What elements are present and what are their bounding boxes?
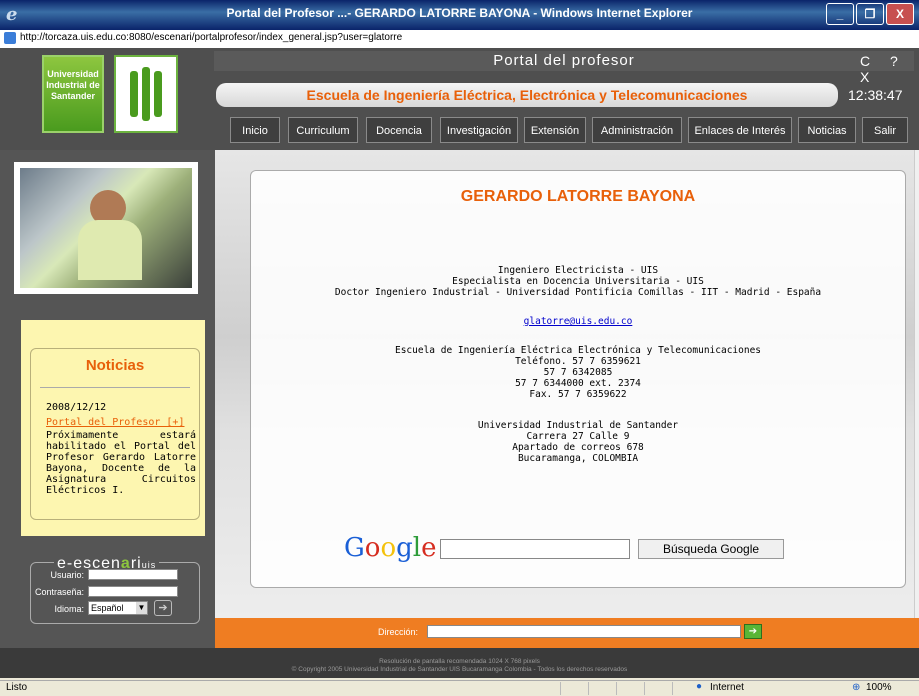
- arrow-right-icon[interactable]: ➔: [744, 624, 762, 639]
- school-name: Escuela de Ingeniería Eléctrica, Electró…: [306, 87, 748, 103]
- nav-inicio[interactable]: Inicio: [230, 117, 280, 143]
- zoom-icon[interactable]: ⊕: [852, 682, 860, 693]
- nav-extension[interactable]: Extensión: [524, 117, 586, 143]
- status-divider: [644, 682, 645, 695]
- maximize-button[interactable]: ❐: [856, 3, 884, 25]
- profile-photo: [14, 162, 198, 294]
- direccion-input[interactable]: [427, 625, 741, 638]
- address-line: Apartado de correos 678: [512, 442, 644, 453]
- title-line: Doctor Ingeniero Industrial - Universida…: [334, 287, 822, 298]
- news-link[interactable]: Portal del Profesor [+]: [46, 417, 184, 428]
- address-line: Carrera 27 Calle 9: [526, 431, 630, 442]
- contact-line: Teléfono. 57 7 6359621: [515, 356, 641, 367]
- google-logo: Google: [344, 533, 437, 563]
- contact-line: Fax. 57 7 6359622: [529, 389, 627, 400]
- nav-docencia[interactable]: Docencia: [366, 117, 432, 143]
- google-search-input[interactable]: [440, 539, 630, 559]
- footer-resolution: Resolución de pantalla recomendada 1024 …: [379, 658, 540, 665]
- usuario-input[interactable]: [88, 569, 178, 580]
- login-go-icon[interactable]: ➔: [154, 600, 172, 616]
- idioma-label: Idioma:: [54, 604, 84, 614]
- contact-line: 57 7 6342085: [543, 367, 613, 378]
- status-text: Listo: [6, 682, 28, 693]
- uis-logo-icon[interactable]: [114, 55, 178, 133]
- portal-window-icons[interactable]: C ? X: [860, 53, 919, 85]
- scrollbar[interactable]: [914, 150, 919, 618]
- professor-name: GERARDO LATORRE BAYONA: [460, 188, 696, 205]
- title-line: Especialista en Docencia Universitaria -…: [452, 276, 704, 287]
- status-divider: [672, 682, 673, 695]
- nav-enlaces[interactable]: Enlaces de Interés: [688, 117, 792, 143]
- nav-curriculum[interactable]: Curriculum: [288, 117, 358, 143]
- news-date: 2008/12/12: [46, 402, 107, 413]
- contact-line: Escuela de Ingeniería Eléctrica Electrón…: [394, 345, 762, 356]
- address-line: Universidad Industrial de Santander: [477, 420, 679, 431]
- password-input[interactable]: [88, 586, 178, 597]
- address-bar[interactable]: http://torcaza.uis.edu.co:8080/escenari/…: [0, 30, 919, 49]
- zone-text: Internet: [710, 682, 744, 693]
- nav-administracion[interactable]: Administración: [592, 117, 682, 143]
- portal-title: Portal del profesor: [493, 52, 635, 69]
- close-button[interactable]: X: [886, 3, 914, 25]
- status-bar: Listo ● Internet ⊕ 100%: [0, 680, 919, 696]
- news-divider: [40, 387, 190, 388]
- url-text[interactable]: http://torcaza.uis.edu.co:8080/escenari/…: [20, 32, 402, 43]
- email-link[interactable]: glatorre@uis.edu.co: [524, 316, 633, 327]
- news-title: Noticias: [85, 357, 145, 374]
- portal-title-bar: Portal del profesor: [214, 51, 914, 71]
- title-line: Ingeniero Electricista - UIS: [497, 265, 659, 276]
- zoom-level[interactable]: 100%: [866, 682, 892, 693]
- footer-copyright: © Copyright 2005 Universidad Industrial …: [291, 666, 628, 673]
- globe-icon: ●: [696, 681, 703, 692]
- email-row: glatorre@uis.edu.co: [250, 316, 906, 327]
- contact-line: 57 7 6344000 ext. 2374: [515, 378, 641, 389]
- password-label: Contraseña:: [34, 587, 84, 597]
- university-logo[interactable]: Universidad Industrial de Santander: [42, 55, 104, 133]
- nav-investigacion[interactable]: Investigación: [440, 117, 518, 143]
- status-divider: [588, 682, 589, 695]
- chevron-down-icon[interactable]: ▼: [136, 602, 147, 614]
- status-divider: [616, 682, 617, 695]
- minimize-button[interactable]: _: [826, 3, 854, 25]
- window-title: Portal del Profesor ...- GERARDO LATORRE…: [226, 6, 693, 20]
- page-icon: [4, 32, 16, 44]
- nav-salir[interactable]: Salir: [862, 117, 908, 143]
- nav-noticias[interactable]: Noticias: [798, 117, 856, 143]
- clock: 12:38:47: [848, 87, 903, 103]
- title-bar: e Portal del Profesor ...- GERARDO LATOR…: [0, 0, 919, 30]
- usuario-label: Usuario:: [50, 570, 84, 580]
- status-divider: [560, 682, 561, 695]
- news-body: Próximamente estará habilitado el Portal…: [46, 430, 196, 496]
- address-line: Bucaramanga, COLOMBIA: [517, 453, 639, 464]
- google-search-button[interactable]: Búsqueda Google: [638, 539, 784, 559]
- school-banner: Escuela de Ingeniería Eléctrica, Electró…: [216, 83, 838, 107]
- direccion-label: Dirección:: [378, 627, 419, 637]
- footer: Resolución de pantalla recomendada 1024 …: [0, 648, 919, 678]
